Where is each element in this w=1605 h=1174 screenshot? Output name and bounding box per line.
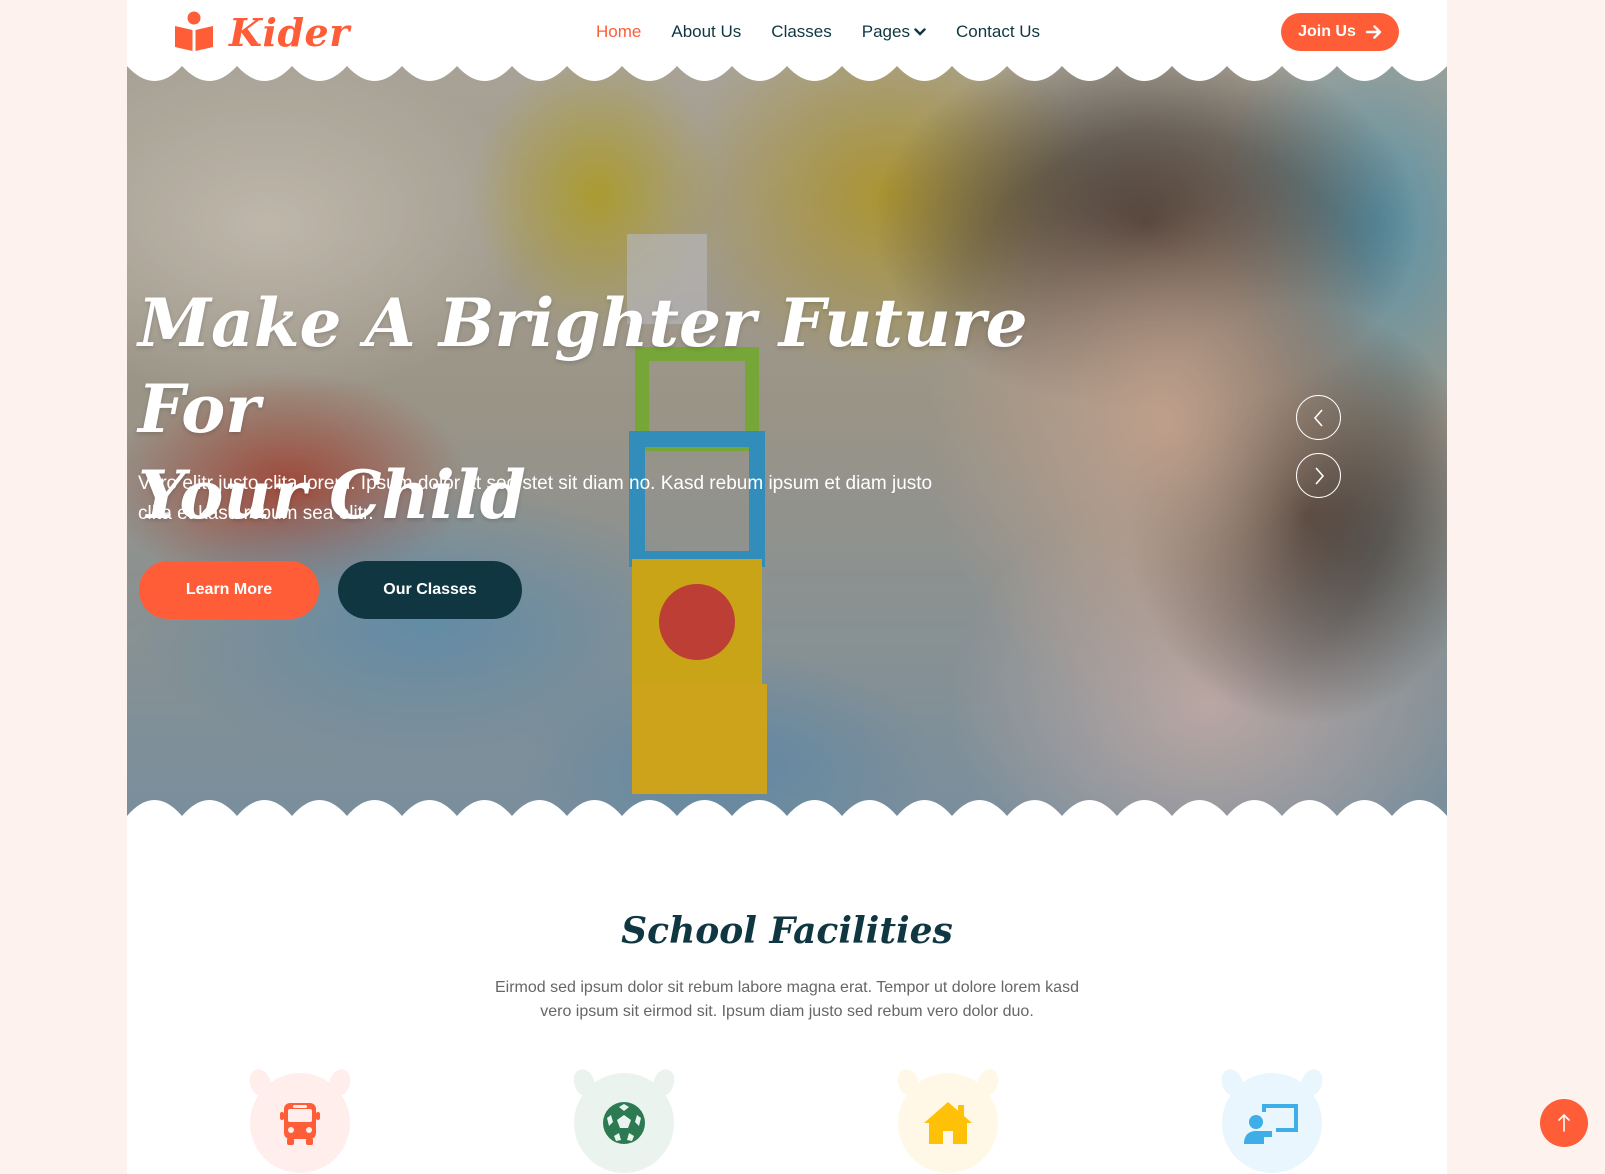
facility-bus[interactable] [246, 1066, 354, 1173]
brand-logo[interactable]: Kider [173, 9, 350, 55]
home-icon [924, 1102, 972, 1144]
carousel-next-button[interactable] [1296, 453, 1341, 498]
join-us-button[interactable]: Join Us [1281, 13, 1399, 51]
nav-classes[interactable]: Classes [771, 22, 831, 42]
facility-teacher[interactable] [1218, 1066, 1326, 1173]
arrow-up-icon [1558, 1113, 1570, 1132]
facility-circle [898, 1073, 998, 1173]
facility-circle [250, 1073, 350, 1173]
chevron-down-icon [914, 28, 926, 36]
learn-more-button[interactable]: Learn More [139, 561, 319, 619]
chevron-right-icon [1314, 466, 1324, 485]
scalloped-divider-bottom [127, 800, 1447, 836]
arrow-right-icon [1365, 25, 1382, 39]
join-us-label: Join Us [1298, 23, 1356, 40]
hero-title-line1: Make A Brighter Future For [138, 284, 1028, 448]
navbar: Kider Home About Us Classes Pages Contac… [127, 0, 1447, 64]
nav-home[interactable]: Home [596, 22, 641, 42]
nav-contact[interactable]: Contact Us [956, 22, 1040, 42]
football-icon [603, 1102, 645, 1144]
facility-home[interactable] [894, 1066, 1002, 1173]
hero-text: Vero elitr justo clita lorem. Ipsum dolo… [138, 469, 998, 529]
facility-circle [1222, 1073, 1322, 1173]
nav-pages[interactable]: Pages [862, 22, 926, 42]
hero-text-line1: Vero elitr justo clita lorem. Ipsum dolo… [138, 473, 933, 494]
hero-text-line2: clita et kasd rebum sea elitr. [138, 503, 374, 524]
page-container: Kider Home About Us Classes Pages Contac… [127, 0, 1447, 1174]
chevron-left-icon [1313, 408, 1323, 427]
bus-icon [280, 1103, 320, 1145]
back-to-top-button[interactable] [1540, 1099, 1588, 1147]
facilities-title: School Facilities [621, 910, 953, 952]
facilities-text-line2: vero ipsum sit eirmod sit. Ipsum diam ju… [540, 1003, 1034, 1020]
teacher-icon [1244, 1104, 1298, 1144]
our-classes-button[interactable]: Our Classes [338, 561, 522, 619]
facility-circle [574, 1073, 674, 1173]
carousel-prev-button[interactable] [1296, 395, 1341, 440]
nav-pages-label: Pages [861, 22, 910, 41]
facilities-text: Eirmod sed ipsum dolor sit rebum labore … [487, 976, 1087, 1024]
facilities-text-line1: Eirmod sed ipsum dolor sit rebum labore … [495, 979, 1079, 996]
facility-sports[interactable] [570, 1066, 678, 1173]
book-reader-icon [175, 11, 213, 51]
main-nav: Home About Us Classes Pages Contact Us [596, 0, 1070, 64]
nav-about[interactable]: About Us [671, 22, 741, 42]
brand-name: Kider [229, 9, 350, 55]
